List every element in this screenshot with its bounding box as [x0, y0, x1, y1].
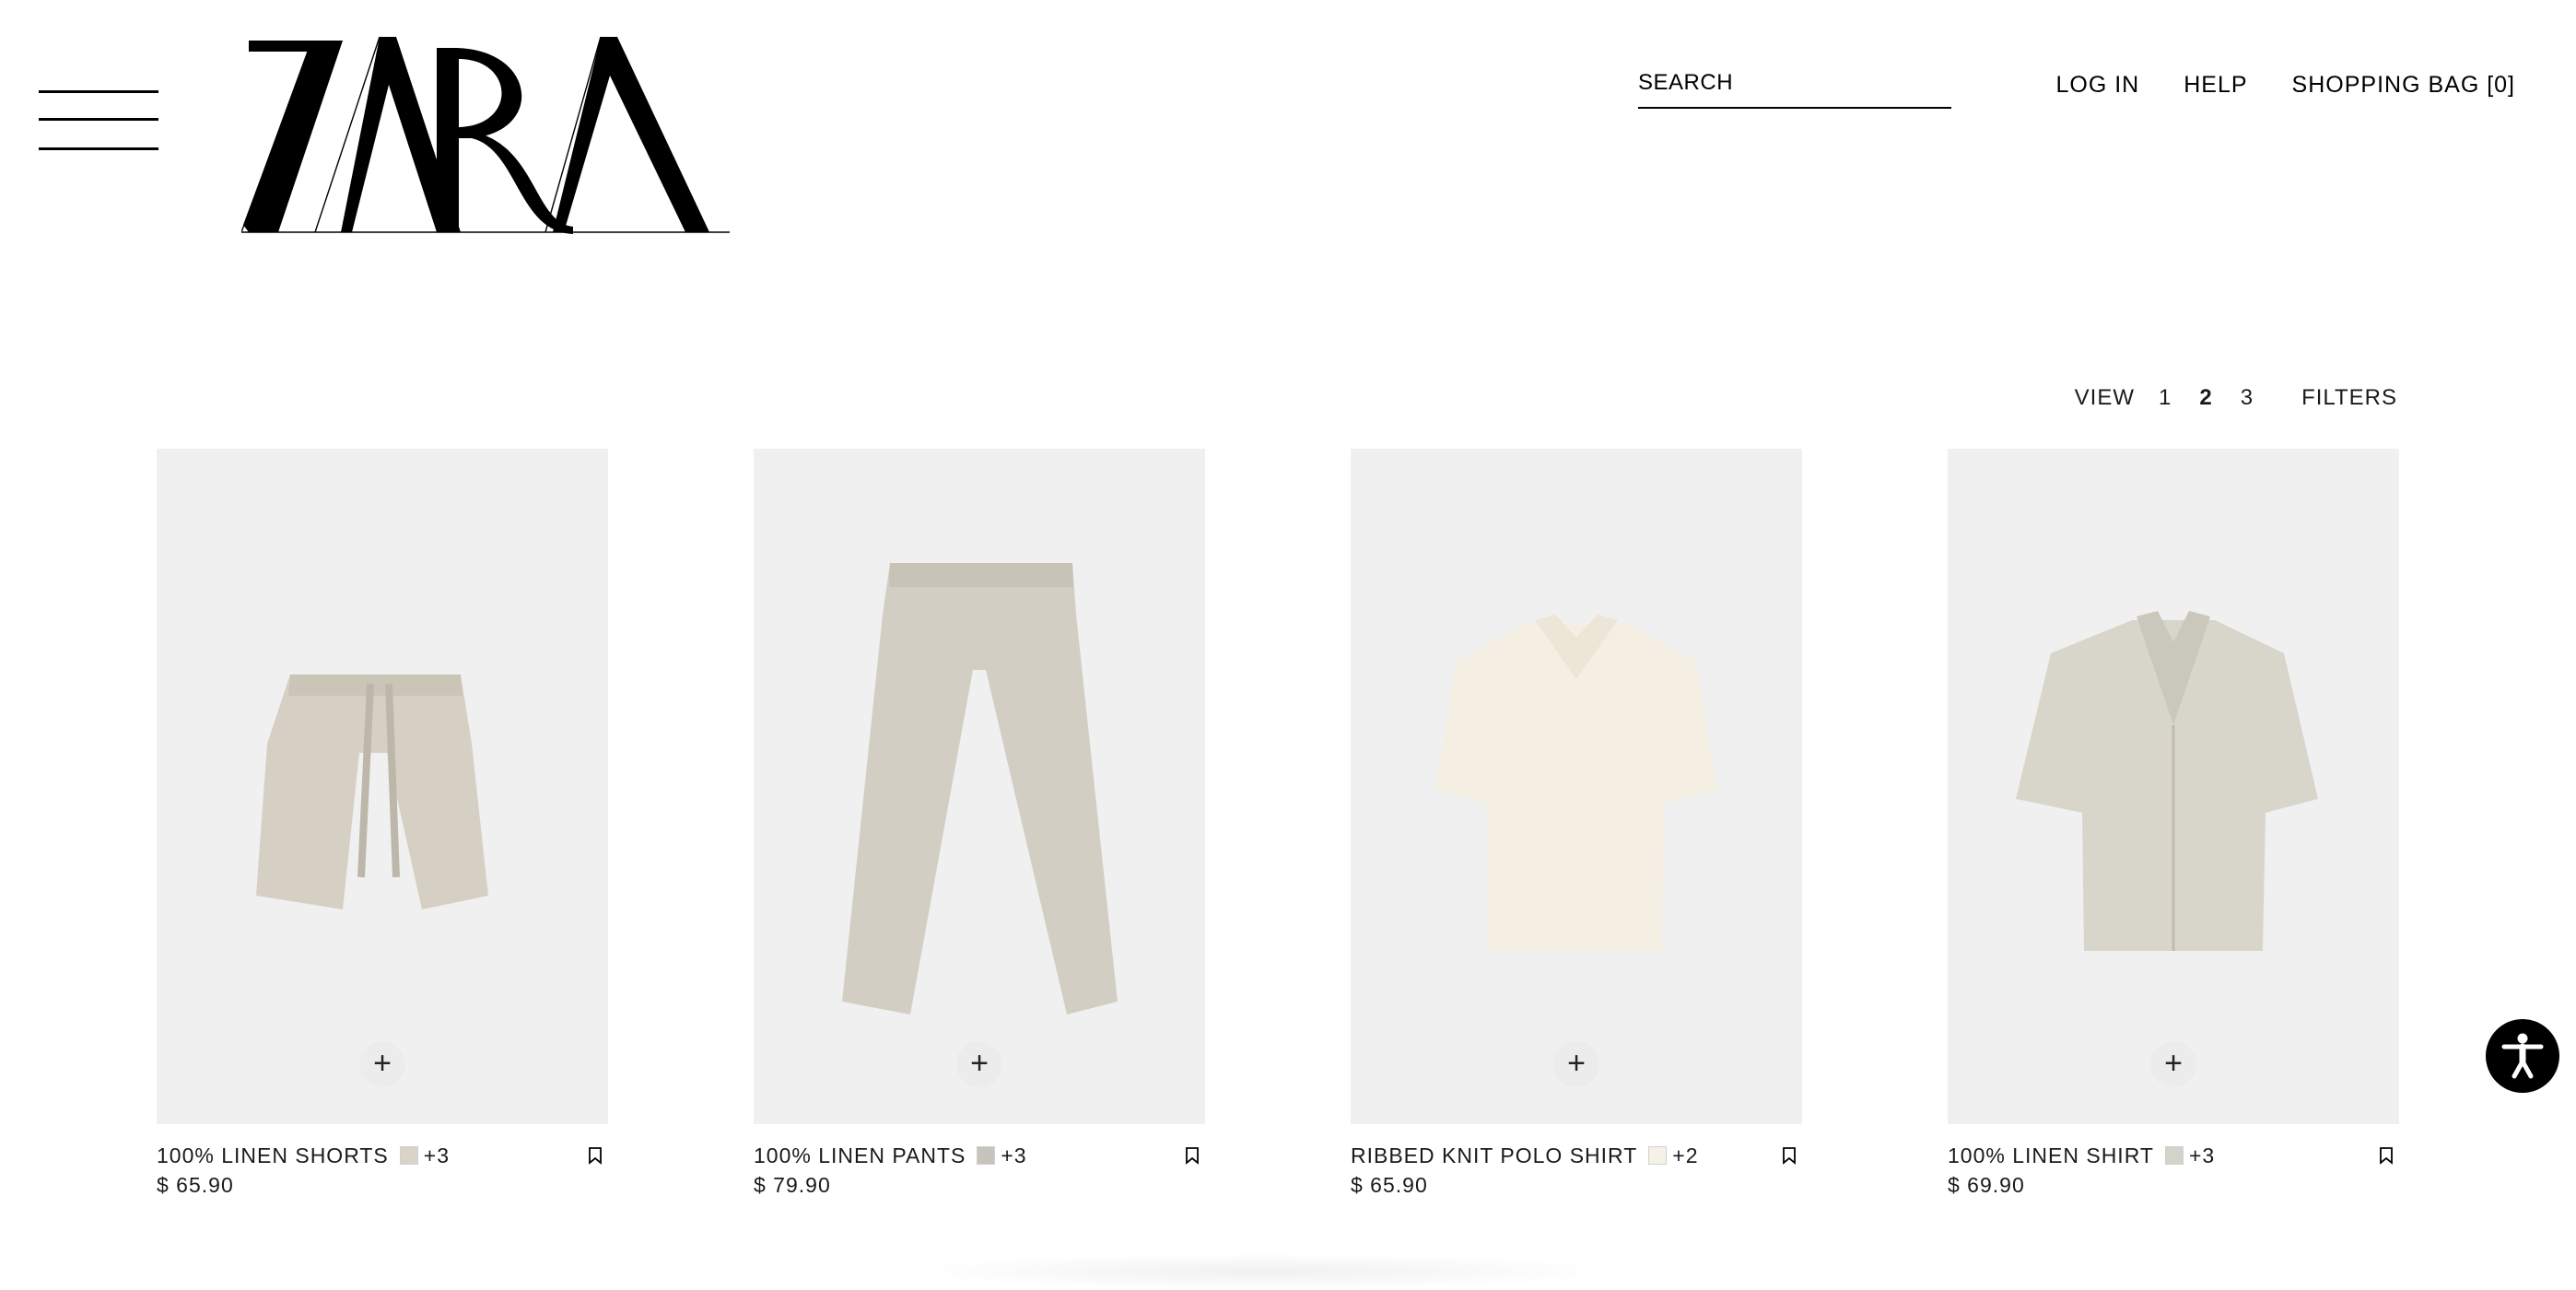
product-image-pants[interactable]: +	[754, 449, 1205, 1124]
product-info: RIBBED KNIT POLO SHIRT +2 $ 65.90	[1351, 1141, 1802, 1200]
bookmark-icon[interactable]	[1782, 1146, 1797, 1165]
bookmark-icon[interactable]	[2379, 1146, 2394, 1165]
product-card: + RIBBED KNIT POLO SHIRT +2 $ 65.90	[1351, 449, 1802, 1200]
zara-logo[interactable]	[240, 29, 739, 241]
view-option-2[interactable]: 2	[2199, 385, 2212, 411]
more-colors-count: +2	[1672, 1143, 1699, 1167]
view-label: VIEW	[2074, 385, 2136, 410]
more-colors-count: +3	[2188, 1143, 2216, 1167]
shopping-bag-link[interactable]: SHOPPING BAG [0]	[2292, 72, 2515, 99]
view-controls: VIEW 1 2 3 FILTERS	[2075, 385, 2397, 411]
search-input[interactable]	[1638, 66, 1951, 100]
login-link[interactable]: LOG IN	[2055, 72, 2139, 99]
product-image-shirt[interactable]: +	[1948, 449, 2399, 1124]
product-info: 100% LINEN SHIRT +3 $ 69.90	[1948, 1141, 2399, 1200]
bookmark-icon[interactable]	[1185, 1146, 1200, 1165]
filters-button[interactable]: FILTERS	[2301, 385, 2397, 411]
product-card: + 100% LINEN SHIRT +3 $ 69.90	[1948, 449, 2399, 1200]
product-name[interactable]: 100% LINEN SHORTS	[157, 1141, 389, 1170]
color-swatch	[2164, 1146, 2184, 1165]
product-info: 100% LINEN PANTS +3 $ 79.90	[754, 1141, 1205, 1200]
product-price: $ 65.90	[157, 1173, 234, 1197]
product-info: 100% LINEN SHORTS +3 $ 65.90	[157, 1141, 608, 1200]
color-swatch	[1648, 1146, 1668, 1165]
hamburger-menu-icon[interactable]	[39, 90, 158, 155]
top-navigation: LOG IN HELP SHOPPING BAG [0]	[2055, 72, 2515, 99]
product-price: $ 69.90	[1948, 1173, 2025, 1197]
bookmark-icon[interactable]	[588, 1146, 603, 1165]
search-field[interactable]	[1638, 66, 1951, 109]
product-image-shorts[interactable]: +	[157, 449, 608, 1124]
product-price: $ 79.90	[754, 1173, 831, 1197]
accessibility-icon[interactable]	[2486, 1019, 2559, 1093]
product-card: + 100% LINEN SHORTS +3 $ 65.90	[157, 449, 608, 1200]
help-link[interactable]: HELP	[2184, 72, 2247, 99]
color-swatch	[977, 1146, 996, 1165]
add-to-cart-plus-icon[interactable]: +	[2150, 1041, 2196, 1087]
add-to-cart-plus-icon[interactable]: +	[956, 1041, 1002, 1087]
product-image-polo[interactable]: +	[1351, 449, 1802, 1124]
product-card: + 100% LINEN PANTS +3 $ 79.90	[754, 449, 1205, 1200]
product-price: $ 65.90	[1351, 1173, 1428, 1197]
view-option-3[interactable]: 3	[2241, 385, 2254, 411]
product-name[interactable]: RIBBED KNIT POLO SHIRT	[1351, 1141, 1637, 1170]
add-to-cart-plus-icon[interactable]: +	[1553, 1041, 1599, 1087]
more-colors-count: +3	[423, 1143, 451, 1167]
product-name[interactable]: 100% LINEN SHIRT	[1948, 1141, 2154, 1170]
view-option-1[interactable]: 1	[2159, 385, 2172, 411]
color-swatch	[399, 1146, 418, 1165]
add-to-cart-plus-icon[interactable]: +	[359, 1041, 405, 1087]
more-colors-count: +3	[1001, 1143, 1027, 1167]
product-name[interactable]: 100% LINEN PANTS	[754, 1141, 966, 1170]
scroll-shadow	[903, 1253, 1622, 1290]
